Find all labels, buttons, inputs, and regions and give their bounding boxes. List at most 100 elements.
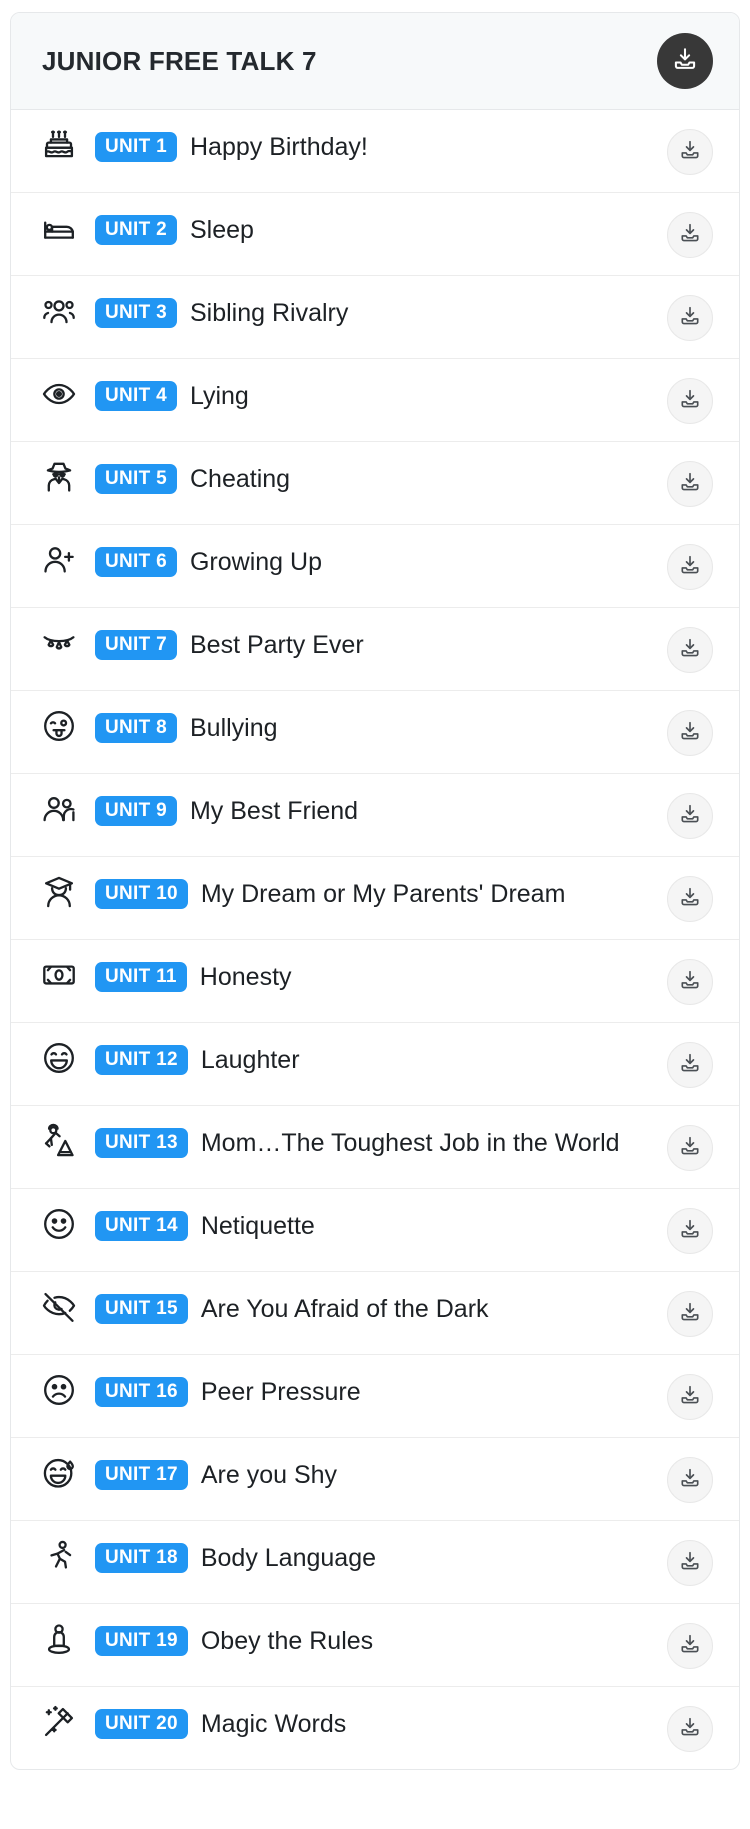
unit-row[interactable]: UNIT 5 Cheating [11,442,739,525]
unit-row-content: UNIT 8 Bullying [37,708,667,748]
unit-title: Mom…The Toughest Job in the World [200,1129,620,1157]
wink-smile-face-icon [37,1206,81,1246]
download-tray-icon [679,886,701,913]
unit-badge: UNIT 17 [95,1460,188,1490]
unit-title: Growing Up [189,548,322,576]
download-tray-icon [679,1135,701,1162]
download-unit-button[interactable] [667,1374,713,1420]
person-on-pedestal-icon [37,1621,81,1661]
eye-off-icon [37,1289,81,1329]
download-unit-button[interactable] [667,1042,713,1088]
download-tray-icon [679,720,701,747]
download-tray-icon [679,637,701,664]
unit-row[interactable]: UNIT 4 Lying [11,359,739,442]
unit-title: My Dream or My Parents' Dream [200,880,566,908]
graduate-icon [37,874,81,914]
download-unit-button[interactable] [667,793,713,839]
download-unit-button[interactable] [667,959,713,1005]
unit-row[interactable]: UNIT 14 Netiquette [11,1189,739,1272]
unit-row[interactable]: UNIT 6 Growing Up [11,525,739,608]
unit-badge: UNIT 7 [95,630,177,660]
unit-row[interactable]: UNIT 16 Peer Pressure [11,1355,739,1438]
unit-badge: UNIT 14 [95,1211,188,1241]
unit-title: Lying [189,382,249,410]
unit-badge: UNIT 10 [95,879,188,909]
unit-row[interactable]: UNIT 11 Honesty [11,940,739,1023]
unit-row[interactable]: UNIT 1 Happy Birthday! [11,110,739,193]
download-unit-button[interactable] [667,129,713,175]
unit-row[interactable]: UNIT 20 Magic Words [11,1687,739,1769]
group-three-people-icon [37,293,81,333]
unit-row-content: UNIT 18 Body Language [37,1538,667,1578]
unit-badge: UNIT 12 [95,1045,188,1075]
unit-row[interactable]: UNIT 18 Body Language [11,1521,739,1604]
banknote-icon [37,957,81,997]
unit-title: Happy Birthday! [189,133,368,161]
unit-row[interactable]: UNIT 13 Mom…The Toughest Job in the World [11,1106,739,1189]
download-unit-button[interactable] [667,876,713,922]
unit-row-content: UNIT 15 Are You Afraid of the Dark [37,1289,667,1329]
unit-row[interactable]: UNIT 12 Laughter [11,1023,739,1106]
download-tray-icon [679,803,701,830]
unit-row-content: UNIT 11 Honesty [37,957,667,997]
download-unit-button[interactable] [667,378,713,424]
download-tray-icon [679,969,701,996]
unit-title: Netiquette [200,1212,315,1240]
unit-row-content: UNIT 14 Netiquette [37,1206,667,1246]
page-title: JUNIOR FREE TALK 7 [42,45,317,76]
download-unit-button[interactable] [667,1291,713,1337]
download-unit-button[interactable] [667,1457,713,1503]
party-garland-icon [37,625,81,665]
unit-badge: UNIT 3 [95,298,177,328]
download-tray-icon [679,471,701,498]
download-unit-button[interactable] [667,1208,713,1254]
download-tray-icon [679,1550,701,1577]
two-people-icon [37,791,81,831]
unit-badge: UNIT 19 [95,1626,188,1656]
unit-badge: UNIT 11 [95,962,187,992]
download-unit-button[interactable] [667,1540,713,1586]
magic-wand-icon [37,1704,81,1744]
unit-badge: UNIT 6 [95,547,177,577]
unit-title: Are you Shy [200,1461,338,1489]
download-tray-icon [679,305,701,332]
unit-badge: UNIT 8 [95,713,177,743]
unit-row[interactable]: UNIT 17 Are you Shy [11,1438,739,1521]
download-unit-button[interactable] [667,627,713,673]
download-tray-icon [679,1218,701,1245]
download-tray-icon [679,1301,701,1328]
unit-row[interactable]: UNIT 15 Are You Afraid of the Dark [11,1272,739,1355]
download-all-button[interactable] [657,33,713,89]
unit-row[interactable]: UNIT 10 My Dream or My Parents' Dream [11,857,739,940]
construction-worker-icon [37,1123,81,1163]
download-unit-button[interactable] [667,544,713,590]
download-unit-button[interactable] [667,461,713,507]
unit-title: Obey the Rules [200,1627,374,1655]
unit-row[interactable]: UNIT 9 My Best Friend [11,774,739,857]
download-tray-icon [679,554,701,581]
unit-row[interactable]: UNIT 8 Bullying [11,691,739,774]
unit-title: Honesty [199,963,292,991]
download-tray-icon [679,222,701,249]
download-tray-icon [679,1384,701,1411]
unit-row-content: UNIT 2 Sleep [37,210,667,250]
unit-title: Magic Words [200,1710,347,1738]
download-unit-button[interactable] [667,212,713,258]
download-unit-button[interactable] [667,295,713,341]
unit-row[interactable]: UNIT 19 Obey the Rules [11,1604,739,1687]
unit-badge: UNIT 15 [95,1294,188,1324]
download-tray-icon [679,1633,701,1660]
download-unit-button[interactable] [667,1125,713,1171]
unit-title: My Best Friend [189,797,359,825]
unit-row[interactable]: UNIT 7 Best Party Ever [11,608,739,691]
unit-row[interactable]: UNIT 3 Sibling Rivalry [11,276,739,359]
unit-list: UNIT 1 Happy Birthday! UNIT 2 Sleep UNIT 3 Si… [11,110,739,1769]
unit-title: Bullying [189,714,278,742]
download-unit-button[interactable] [667,710,713,756]
download-tray-icon [672,46,698,77]
download-unit-button[interactable] [667,1706,713,1752]
download-unit-button[interactable] [667,1623,713,1669]
unit-badge: UNIT 18 [95,1543,188,1573]
unit-row[interactable]: UNIT 2 Sleep [11,193,739,276]
unit-row-content: UNIT 7 Best Party Ever [37,625,667,665]
